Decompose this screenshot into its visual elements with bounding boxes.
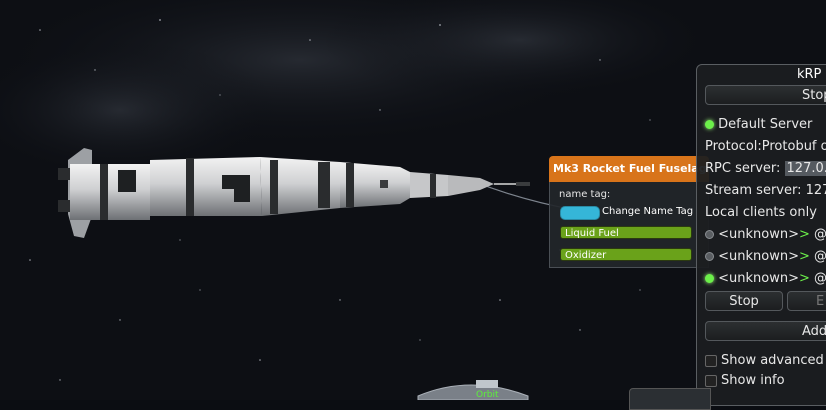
- client-name: <unknown>: [718, 271, 799, 286]
- client-row[interactable]: <unknown>> @ 1: [705, 271, 826, 286]
- show-info-checkbox[interactable]: [705, 374, 717, 387]
- client-arrow: >: [799, 249, 810, 264]
- stop-server-button[interactable]: Stop: [705, 85, 826, 105]
- change-name-tag-label: Change Name Tag: [602, 206, 694, 217]
- server-name[interactable]: Default Server: [718, 117, 812, 132]
- rpc-server-label: RPC server:: [705, 161, 781, 176]
- krpc-window-title: kRP: [797, 67, 822, 82]
- show-advanced-checkbox[interactable]: [705, 354, 717, 367]
- stream-server-text: Stream server: 127: [705, 183, 826, 198]
- add-server-button[interactable]: Add: [705, 321, 826, 341]
- client-address: @ 1: [814, 227, 826, 242]
- krpc-window: kRP Stop Default Server Protocol:Protobu…: [696, 64, 826, 406]
- client-name: <unknown>: [718, 227, 799, 242]
- client-address: @ 1: [814, 271, 826, 286]
- change-name-tag-button[interactable]: [560, 206, 600, 220]
- show-info-row[interactable]: Show info: [705, 373, 785, 388]
- client-arrow: >: [799, 271, 810, 286]
- server-row: Default Server: [705, 117, 812, 132]
- stop-client-button[interactable]: Stop: [705, 291, 783, 311]
- show-advanced-label: Show advanced: [721, 353, 824, 368]
- client-row[interactable]: <unknown>> @ 1: [705, 227, 826, 242]
- client-status-icon: [705, 230, 714, 239]
- orbit-mode-label[interactable]: Orbit: [476, 390, 499, 400]
- hud-corner-panel: [629, 388, 711, 410]
- client-address: @ 1: [814, 249, 826, 264]
- client-name: <unknown>: [718, 249, 799, 264]
- name-tag-label: name tag:: [559, 189, 611, 200]
- edit-client-button[interactable]: E: [787, 291, 826, 311]
- client-status-icon: [705, 252, 714, 261]
- oxidizer-bar: Oxidizer: [560, 248, 692, 261]
- local-clients-text: Local clients only: [705, 205, 817, 220]
- show-advanced-row[interactable]: Show advanced: [705, 353, 824, 368]
- part-action-window: Mk3 Rocket Fuel Fuselage S... name tag: …: [549, 156, 709, 268]
- rpc-server-input[interactable]: 127.0.: [784, 161, 826, 176]
- part-window-body: name tag: Change Name Tag Liquid Fuel Ox…: [549, 182, 709, 268]
- rpc-server-row: RPC server: 127.0.: [705, 161, 826, 176]
- client-row[interactable]: <unknown>> @ 1: [705, 249, 826, 264]
- server-status-icon: [705, 120, 714, 129]
- part-window-title[interactable]: Mk3 Rocket Fuel Fuselage S...: [549, 156, 709, 182]
- client-status-icon: [705, 274, 714, 283]
- liquid-fuel-bar: Liquid Fuel: [560, 226, 692, 239]
- protocol-text: Protocol:Protobuf o: [705, 139, 826, 154]
- show-info-label: Show info: [721, 373, 785, 388]
- client-arrow: >: [799, 227, 810, 242]
